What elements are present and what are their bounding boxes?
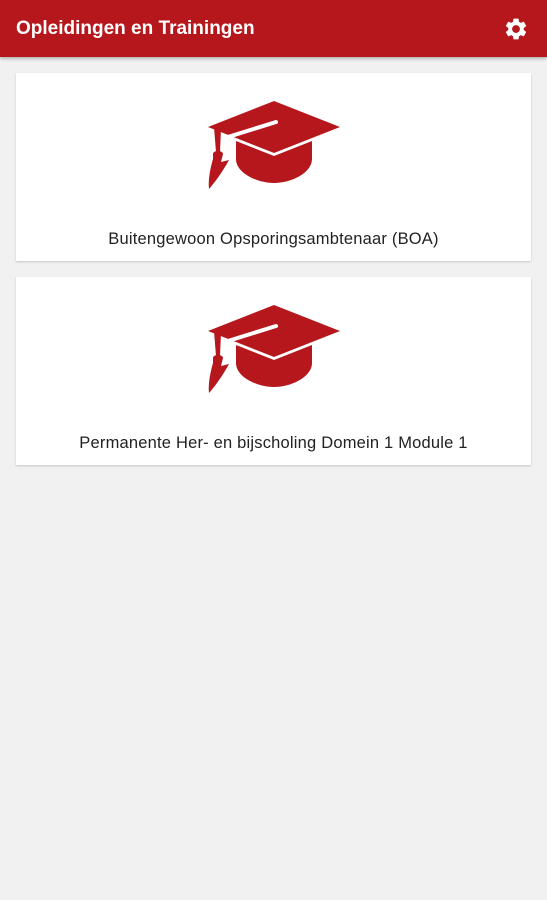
- graduation-cap-icon: [208, 305, 340, 393]
- course-card-boa[interactable]: Buitengewoon Opsporingsambtenaar (BOA): [16, 73, 531, 261]
- gear-icon: [505, 18, 527, 40]
- graduation-cap-icon: [208, 101, 340, 189]
- page-title: Opleidingen en Trainingen: [16, 18, 255, 39]
- course-label: Permanente Her- en bijscholing Domein 1 …: [79, 434, 468, 452]
- settings-button[interactable]: [503, 16, 529, 42]
- course-label: Buitengewoon Opsporingsambtenaar (BOA): [108, 230, 439, 248]
- course-card-permanente-bijscholing[interactable]: Permanente Her- en bijscholing Domein 1 …: [16, 277, 531, 465]
- app-bar: Opleidingen en Trainingen: [0, 0, 547, 57]
